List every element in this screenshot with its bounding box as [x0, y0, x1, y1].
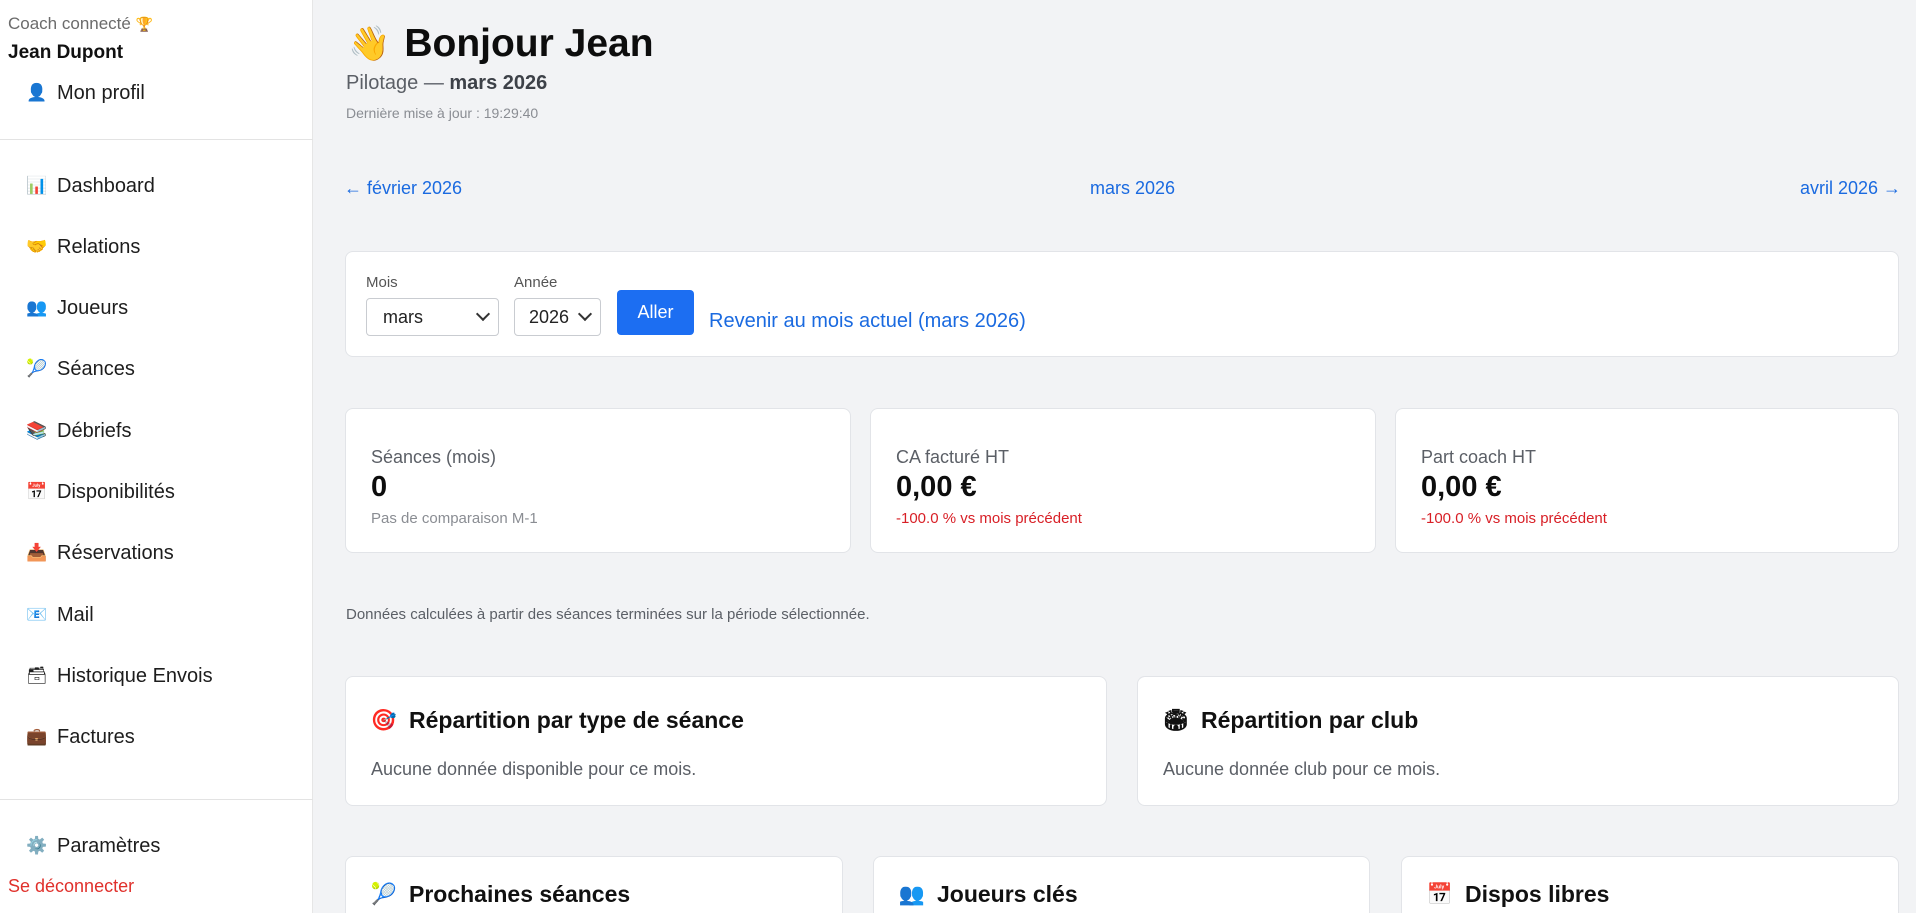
people-icon: 👥	[898, 882, 926, 906]
trophy-icon: 🏆	[135, 16, 154, 32]
next-month-link[interactable]: avril 2026 →	[1800, 178, 1901, 199]
kpi-comparison: -100.0 % vs mois précédent	[1421, 510, 1607, 527]
year-label: Année	[514, 274, 558, 291]
month-select[interactable]: mars	[366, 298, 499, 336]
month-label: Mois	[366, 274, 398, 291]
breakdown-by-club-card: 🏟 Répartition par club Aucune donnée clu…	[1137, 676, 1899, 806]
sidebar-item-profile[interactable]: 👤 Mon profil	[26, 78, 144, 108]
waving-hand-icon: 👋	[348, 25, 391, 63]
handshake-icon: 🤝	[26, 237, 48, 256]
empty-state: Aucune donnée disponible pour ce mois.	[371, 759, 697, 779]
kpi-label: CA facturé HT	[896, 447, 1010, 467]
main-content: 👋 Bonjour Jean Pilotage — mars 2026 Dern…	[313, 0, 1916, 913]
calendar-icon: 📅	[26, 482, 48, 501]
reset-month-link[interactable]: Revenir au mois actuel (mars 2026)	[709, 310, 1026, 333]
sidebar-item-historique-envois[interactable]: 🗃 Historique Envois	[26, 661, 212, 691]
sidebar-item-factures[interactable]: 💼 Factures	[26, 722, 134, 752]
section-title: 📅 Dispos libres	[1426, 881, 1610, 907]
archive-box-icon: 🗃	[26, 666, 48, 685]
sidebar-item-mail[interactable]: 📧 Mail	[26, 600, 93, 630]
stadium-icon: 🏟	[1162, 708, 1190, 732]
sidebar-item-parametres[interactable]: ⚙️ Paramètres	[26, 831, 160, 861]
inbox-icon: 📥	[26, 543, 48, 562]
section-title: 🎾 Prochaines séances	[370, 881, 631, 907]
sidebar-item-dashboard[interactable]: 📊 Dashboard	[26, 171, 154, 201]
go-button[interactable]: Aller	[617, 290, 694, 335]
briefcase-icon: 💼	[26, 727, 48, 746]
last-updated: Dernière mise à jour : 19:29:40	[346, 105, 539, 121]
section-title: 🏟 Répartition par club	[1162, 707, 1419, 733]
sidebar-item-reservations[interactable]: 📥 Réservations	[26, 538, 173, 568]
sidebar-item-debriefs[interactable]: 📚 Débriefs	[26, 416, 131, 446]
kpi-card-part-coach: Part coach HT 0,00 € -100.0 % vs mois pr…	[1395, 408, 1899, 553]
coach-label: Coach connecté 🏆	[8, 14, 154, 33]
sidebar-item-joueurs[interactable]: 👥 Joueurs	[26, 293, 128, 323]
section-title: 🎯 Répartition par type de séance	[370, 707, 744, 733]
person-icon: 👤	[26, 83, 48, 102]
current-month-link[interactable]: mars 2026	[1090, 178, 1175, 199]
sidebar-item-disponibilites[interactable]: 📅 Disponibilités	[26, 477, 174, 507]
tennis-racket-icon: 🎾	[26, 359, 48, 378]
mail-icon: 📧	[26, 605, 48, 624]
chevron-down-icon	[577, 306, 593, 322]
sidebar: Coach connecté 🏆 Jean Dupont 👤 Mon profi…	[0, 0, 313, 913]
kpi-label: Part coach HT	[1421, 447, 1537, 467]
books-icon: 📚	[26, 421, 48, 440]
kpi-comparison: -100.0 % vs mois précédent	[896, 510, 1082, 527]
sidebar-divider	[0, 139, 313, 140]
calendar-icon: 📅	[1426, 882, 1454, 906]
target-icon: 🎯	[370, 708, 398, 732]
bar-chart-icon: 📊	[26, 176, 48, 195]
next-sessions-card: 🎾 Prochaines séances	[345, 856, 843, 913]
breakdown-by-type-card: 🎯 Répartition par type de séance Aucune …	[345, 676, 1107, 806]
logout-link[interactable]: Se déconnecter	[8, 876, 134, 897]
year-select[interactable]: 2026	[514, 298, 601, 336]
kpi-value: 0,00 €	[896, 471, 977, 503]
kpi-comparison: Pas de comparaison M-1	[371, 510, 538, 527]
chevron-down-icon	[475, 306, 491, 322]
kpi-value: 0,00 €	[1421, 471, 1502, 503]
page-title: 👋 Bonjour Jean	[348, 22, 654, 65]
section-title: 👥 Joueurs clés	[898, 881, 1078, 907]
sidebar-divider	[0, 799, 313, 800]
kpi-value: 0	[371, 471, 388, 503]
kpi-card-seances: Séances (mois) 0 Pas de comparaison M-1	[345, 408, 851, 553]
free-slots-card: 📅 Dispos libres	[1401, 856, 1899, 913]
prev-month-link[interactable]: ← février 2026	[344, 178, 462, 199]
empty-state: Aucune donnée club pour ce mois.	[1163, 759, 1441, 779]
data-note: Données calculées à partir des séances t…	[346, 606, 870, 623]
sidebar-item-relations[interactable]: 🤝 Relations	[26, 232, 140, 262]
people-icon: 👥	[26, 298, 48, 317]
page-subtitle: Pilotage — mars 2026	[346, 72, 548, 94]
coach-name: Jean Dupont	[8, 42, 124, 63]
sidebar-item-seances[interactable]: 🎾 Séances	[26, 354, 134, 384]
gear-icon: ⚙️	[26, 836, 48, 855]
kpi-card-ca-facture: CA facturé HT 0,00 € -100.0 % vs mois pr…	[870, 408, 1376, 553]
kpi-label: Séances (mois)	[371, 447, 497, 467]
key-players-card: 👥 Joueurs clés	[873, 856, 1370, 913]
tennis-racket-icon: 🎾	[370, 882, 398, 906]
